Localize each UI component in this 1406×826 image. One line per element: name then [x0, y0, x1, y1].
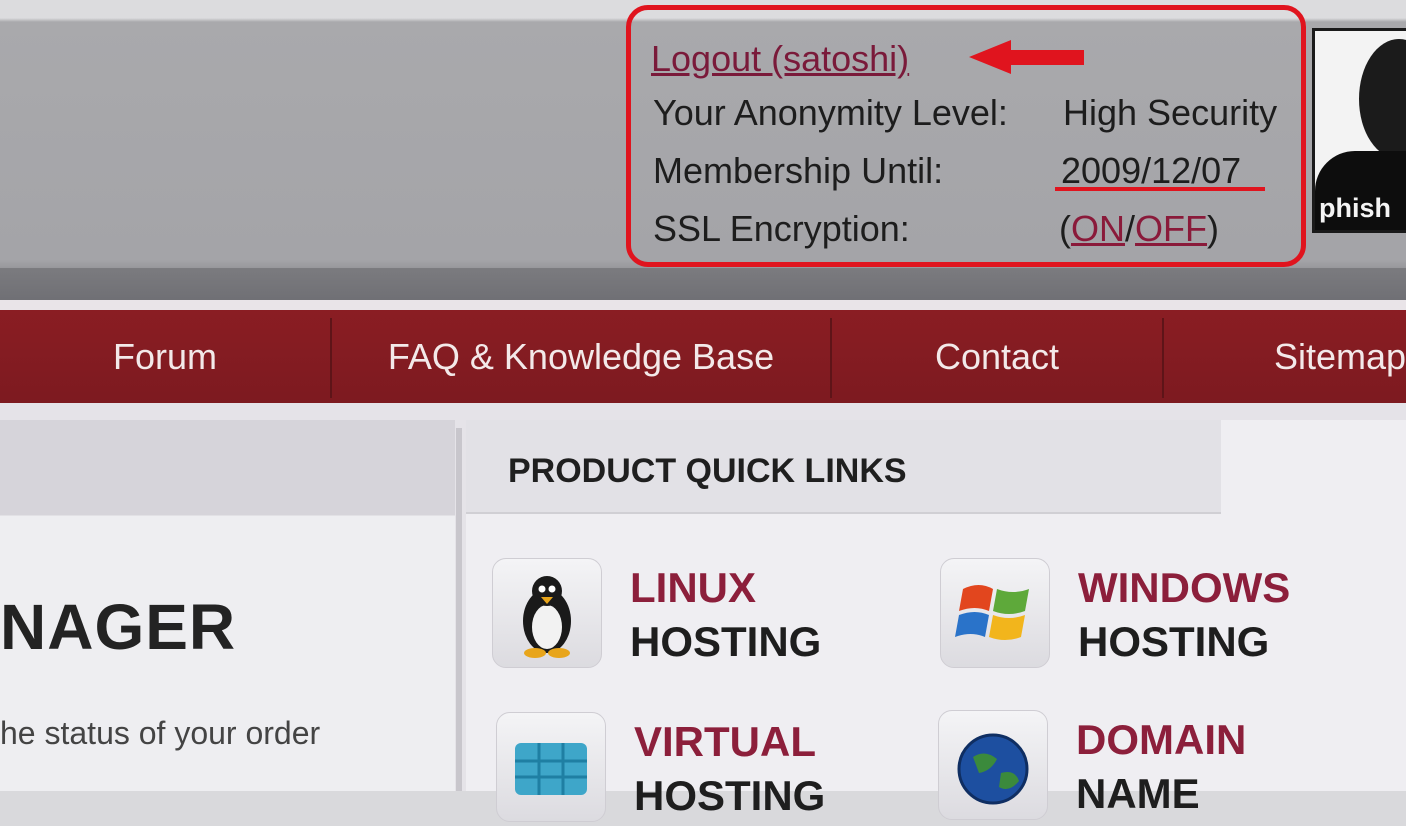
product-line2: NAME — [1076, 770, 1200, 817]
quick-links-title: PRODUCT QUICK LINKS — [508, 452, 907, 490]
ssl-close-paren: ) — [1207, 208, 1219, 249]
ssl-label: SSL Encryption: — [653, 208, 910, 249]
nav-item-contact[interactable]: Contact — [832, 310, 1162, 403]
arrow-left-icon — [969, 40, 1084, 74]
order-manager-title: NAGER — [0, 591, 237, 663]
windows-logo-icon — [940, 558, 1050, 668]
ssl-separator: / — [1125, 208, 1136, 249]
order-manager-subtitle: he status of your order — [0, 715, 321, 751]
membership-label: Membership Until: — [653, 150, 944, 191]
cubes-icon — [496, 712, 606, 822]
penguin-icon — [492, 558, 602, 668]
logout-link[interactable]: Logout (satoshi) — [651, 38, 909, 80]
product-line2: HOSTING — [1078, 618, 1270, 665]
account-info-highlight: Logout (satoshi) Your Anonymity Level: H… — [626, 5, 1306, 267]
ssl-on-link[interactable]: ON — [1071, 208, 1125, 249]
avatar-username: phish — [1319, 193, 1391, 223]
avatar[interactable]: phish — [1312, 28, 1406, 233]
main-nav: Forum FAQ & Knowledge Base Contact Sitem… — [0, 310, 1406, 403]
product-line2: HOSTING — [634, 772, 826, 819]
ssl-off-link[interactable]: OFF — [1135, 208, 1207, 249]
panel-divider — [456, 428, 462, 791]
nav-item-faq[interactable]: FAQ & Knowledge Base — [332, 310, 830, 403]
product-line1: WINDOWS — [1078, 564, 1291, 611]
anonymity-value: High Security — [1063, 92, 1278, 133]
product-line1: VIRTUAL — [634, 718, 816, 765]
avatar-silhouette — [1359, 39, 1406, 159]
header-stripe — [0, 268, 1406, 302]
product-line2: HOSTING — [630, 618, 822, 665]
nav-item-sitemap[interactable]: Sitemap — [1164, 310, 1406, 403]
product-line1: DOMAIN — [1076, 716, 1247, 763]
membership-value: 2009/12/07 — [1061, 150, 1242, 191]
ssl-toggle: (ON/OFF) — [1059, 208, 1219, 250]
header-divider — [0, 300, 1406, 310]
nav-item-forum[interactable]: Forum — [0, 310, 330, 403]
globe-icon — [938, 710, 1048, 820]
anonymity-label: Your Anonymity Level: — [653, 92, 1008, 133]
product-line1: LINUX — [630, 564, 756, 611]
ssl-open-paren: ( — [1059, 208, 1071, 249]
membership-date-underline — [1055, 187, 1265, 191]
